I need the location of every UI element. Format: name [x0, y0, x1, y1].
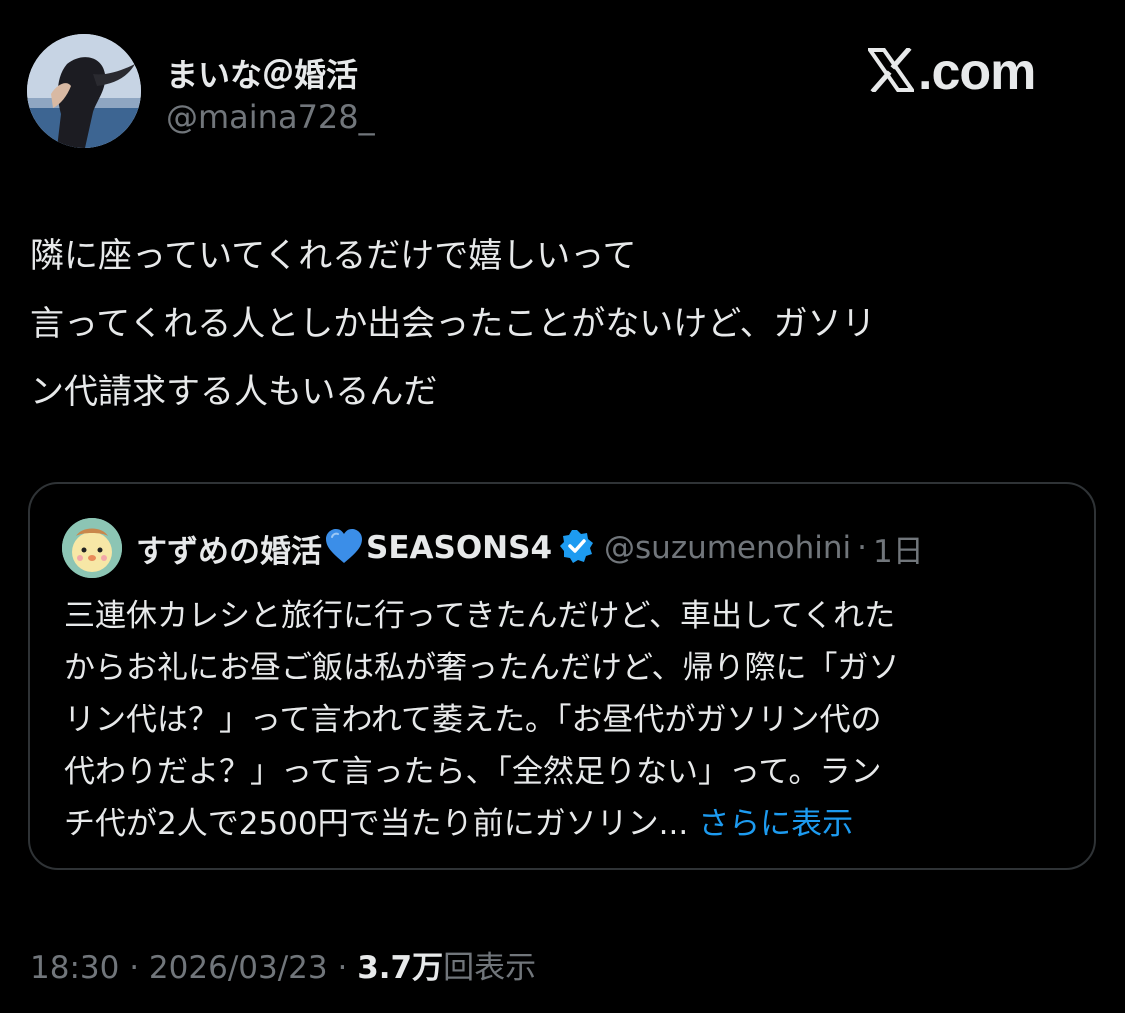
- quoted-author-name-suffix[interactable]: SEASONS4: [366, 530, 552, 566]
- author-name[interactable]: まいな＠婚活: [166, 50, 358, 96]
- x-com-logo: .com: [866, 43, 1036, 101]
- tweet-time[interactable]: 18:30: [30, 950, 119, 986]
- avatar-illustration: [62, 518, 122, 578]
- separator-dot: ·: [857, 530, 867, 566]
- quoted-line: からお礼にお昼ご飯は私が奢ったんだけど、帰り際に「ガソ: [64, 650, 900, 686]
- quoted-author-handle[interactable]: @suzumenohini: [604, 530, 851, 566]
- quoted-tweet-header: すずめの婚活 SEASONS4 @suzumenohini · 1日: [136, 522, 924, 574]
- separator-dot: ·: [129, 950, 140, 986]
- quoted-line-last: チ代が2人で2500円で当たり前にガソリン... さらに表示: [64, 798, 1074, 850]
- verified-badge-icon: [560, 529, 594, 571]
- quoted-author-avatar[interactable]: [62, 518, 122, 578]
- tweet-text: 隣に座っていてくれるだけで嬉しいって 言ってくれる人としか出会ったことがないけど…: [30, 222, 1095, 426]
- views-count[interactable]: 3.7万: [357, 950, 443, 986]
- separator-dot: ·: [337, 950, 348, 986]
- quoted-line-text: チ代が2人で2500円で当たり前にガソリン...: [64, 806, 689, 842]
- tweet-date[interactable]: 2026/03/23: [149, 950, 328, 986]
- quoted-line: リン代は？」って言われて萎えた。「お昼代がガソリン代の: [64, 702, 882, 738]
- author-handle[interactable]: @maina728_: [166, 98, 375, 136]
- logo-text: .com: [918, 43, 1036, 101]
- author-avatar[interactable]: [27, 34, 141, 148]
- quoted-line: 三連休カレシと旅行に行ってきたんだけど、車出してくれた: [64, 598, 896, 634]
- blue-heart-icon: [324, 529, 364, 573]
- tweet-line: ン代請求する人もいるんだ: [30, 372, 438, 412]
- quoted-author-name[interactable]: すずめの婚活: [136, 526, 322, 571]
- quoted-tweet-card[interactable]: すずめの婚活 SEASONS4 @suzumenohini · 1日 三連休カレ…: [28, 482, 1096, 870]
- quoted-tweet-text: 三連休カレシと旅行に行ってきたんだけど、車出してくれた からお礼にお昼ご飯は私が…: [64, 590, 1074, 850]
- tweet-line: 言ってくれる人としか出会ったことがないけど、ガソリ: [30, 304, 876, 344]
- x-logo-icon: [866, 46, 916, 96]
- avatar-photo: [27, 34, 141, 148]
- views-label: 回表示: [443, 950, 537, 986]
- show-more-link[interactable]: さらに表示: [698, 806, 853, 842]
- quoted-tweet-time[interactable]: 1日: [873, 526, 924, 571]
- quoted-line: 代わりだよ？」って言ったら、「全然足りない」って。ラン: [64, 754, 882, 790]
- tweet-meta: 18:30 · 2026/03/23 · 3.7万回表示: [30, 942, 536, 987]
- tweet-line: 隣に座っていてくれるだけで嬉しいって: [30, 236, 637, 276]
